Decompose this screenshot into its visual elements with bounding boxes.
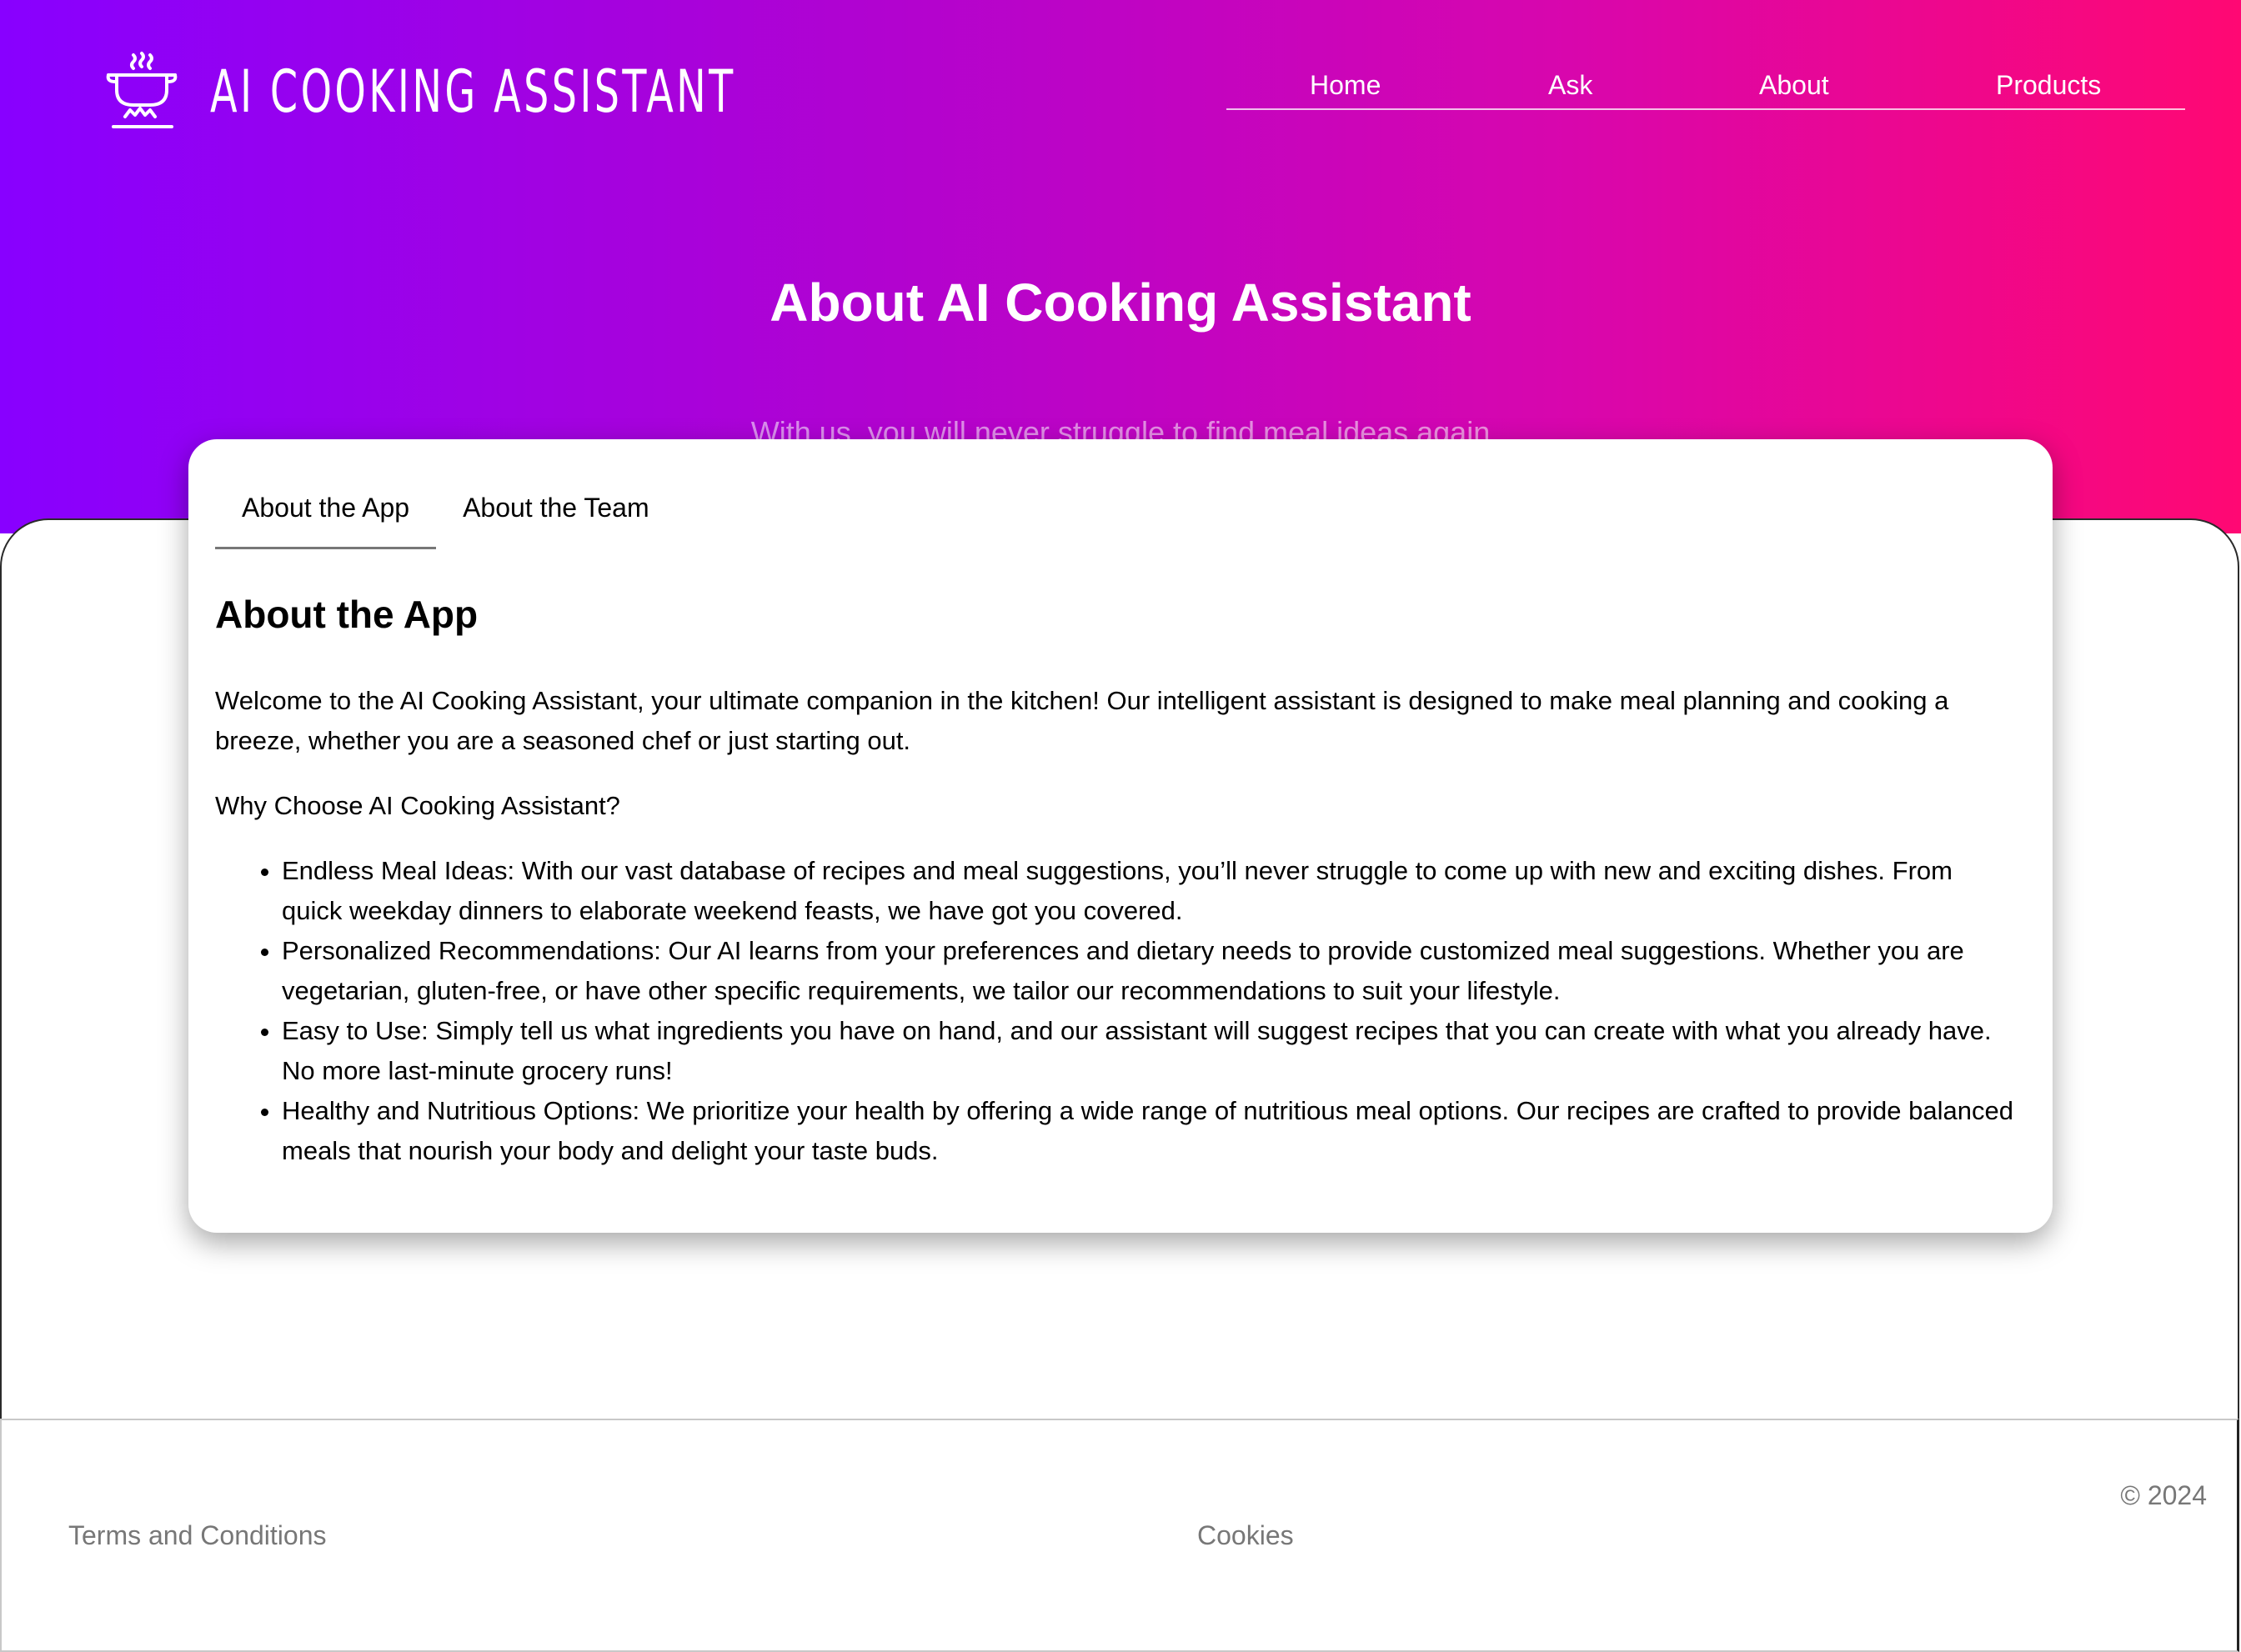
- nav-products[interactable]: Products: [1996, 70, 2101, 101]
- feature-item: Easy to Use: Simply tell us what ingredi…: [282, 1011, 2019, 1091]
- terms-link[interactable]: Terms and Conditions: [68, 1520, 326, 1551]
- cookies-link[interactable]: Cookies: [1197, 1520, 1294, 1551]
- copyright: © 2024: [2120, 1480, 2207, 1510]
- tab-about-team[interactable]: About the Team: [436, 489, 676, 549]
- page-title: About AI Cooking Assistant: [770, 273, 1471, 333]
- logo-text: AI COOKING ASSISTANT: [210, 58, 736, 126]
- feature-item: Endless Meal Ideas: With our vast databa…: [282, 851, 2019, 931]
- intro-paragraph: Welcome to the AI Cooking Assistant, you…: [215, 686, 1949, 755]
- logo[interactable]: AI COOKING ASSISTANT: [105, 50, 983, 133]
- feature-item: Healthy and Nutritious Options: We prior…: [282, 1091, 2019, 1171]
- nav-ask[interactable]: Ask: [1548, 70, 1592, 101]
- tab-about-app[interactable]: About the App: [215, 489, 437, 549]
- section-heading: About the App: [215, 593, 479, 636]
- nav-about[interactable]: About: [1759, 70, 1829, 101]
- cooking-pot-icon: [106, 52, 178, 128]
- nav-home[interactable]: Home: [1310, 70, 1381, 101]
- tab-bar: About the App About the Team: [215, 489, 2019, 549]
- feature-item: Personalized Recommendations: Our AI lea…: [282, 931, 2019, 1011]
- why-heading: Why Choose AI Cooking Assistant?: [215, 791, 620, 820]
- main-nav: Home Ask About Products: [1226, 70, 2185, 110]
- feature-list: Endless Meal Ideas: With our vast databa…: [215, 851, 2019, 1171]
- about-card: About the App About the Team About the A…: [188, 439, 2053, 1233]
- footer: Terms and Conditions Cookies © 2024: [0, 1419, 2239, 1652]
